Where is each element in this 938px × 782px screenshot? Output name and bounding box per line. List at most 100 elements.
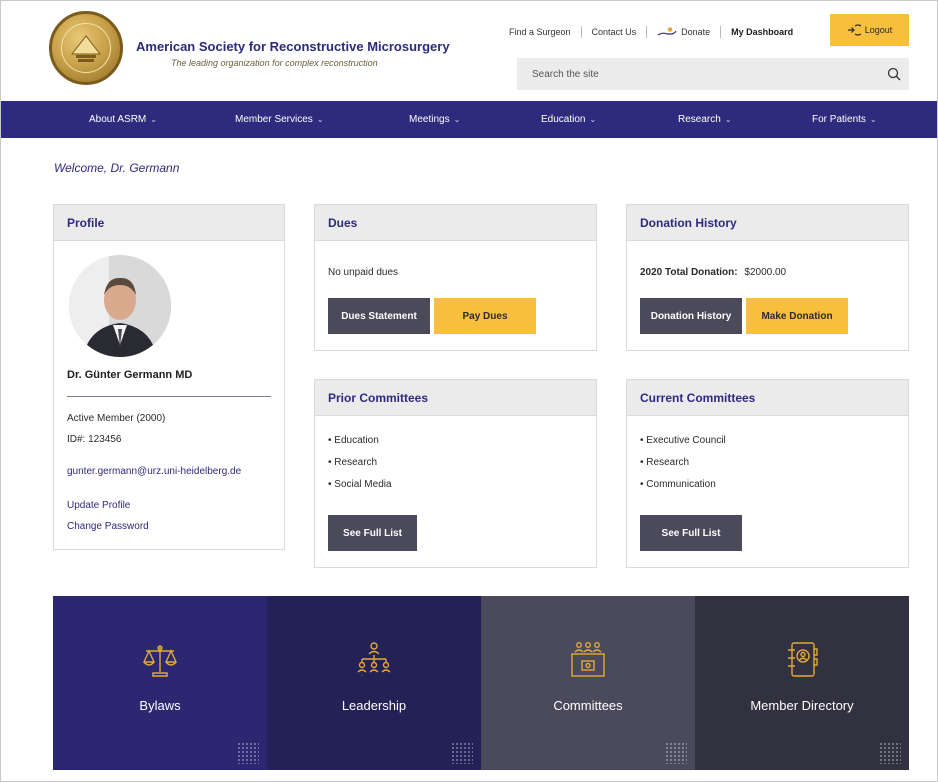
prior-committees-title: Prior Committees [315, 380, 596, 416]
committee-list-item: • Research [328, 457, 378, 468]
tile-label: Bylaws [139, 698, 181, 713]
donate-hand-icon [657, 27, 677, 36]
committee-list-item: • Education [328, 435, 379, 446]
search-input[interactable] [517, 68, 879, 80]
tile-member-directory[interactable]: Member Directory [695, 596, 909, 770]
committee-name: Education [334, 435, 379, 446]
contact-link[interactable]: Contact Us [592, 27, 637, 37]
dues-card-body: No unpaid dues Dues Statement Pay Dues [315, 241, 596, 347]
current-committees-body: • Executive Council • Research • Communi… [627, 416, 908, 564]
committee-list-item: • Social Media [328, 479, 392, 490]
dues-statement-button[interactable]: Dues Statement [328, 298, 430, 334]
donation-total-label: 2020 Total Donation: [640, 267, 738, 278]
current-committees-title: Current Committees [627, 380, 908, 416]
org-tagline: The leading organization for complex rec… [171, 58, 378, 68]
asrm-logo[interactable] [49, 11, 123, 85]
scales-icon [142, 640, 178, 680]
link-divider [646, 26, 648, 38]
find-surgeon-link[interactable]: Find a Surgeon [509, 27, 571, 37]
donation-history-card: Donation History 2020 Total Donation: $2… [626, 204, 909, 351]
committee-icon [568, 640, 608, 680]
profile-photo [69, 255, 171, 357]
donation-history-button[interactable]: Donation History [640, 298, 742, 334]
email-link[interactable]: gunter.germann@urz.uni-heidelberg.de [67, 466, 241, 477]
profile-divider [67, 396, 271, 397]
dues-card-title: Dues [315, 205, 596, 241]
tile-bylaws[interactable]: Bylaws [53, 596, 267, 770]
donation-total-value: $2000.00 [744, 267, 787, 278]
dot-pattern [451, 742, 473, 764]
profile-card: Profile Dr. Günter Germann MD Active Mem… [53, 204, 285, 550]
prior-committees-body: • Education • Research • Social Media Se… [315, 416, 596, 564]
org-chart-icon [355, 640, 393, 680]
pay-dues-button[interactable]: Pay Dues [434, 298, 536, 334]
search-icon [887, 67, 901, 81]
profile-card-title: Profile [54, 205, 284, 241]
nav-label: Meetings [409, 114, 450, 125]
committee-list-item: • Executive Council [640, 435, 726, 446]
logout-label: Logout [864, 25, 893, 35]
chevron-down-icon: ⌄ [316, 115, 324, 124]
chevron-down-icon: ⌄ [150, 115, 157, 124]
nav-label: Member Services [235, 114, 313, 125]
profile-name: Dr. Günter Germann MD [67, 369, 193, 381]
update-profile-link[interactable]: Update Profile [67, 500, 130, 511]
search-button[interactable] [879, 58, 909, 90]
link-divider [580, 26, 582, 38]
tile-label: Committees [553, 698, 623, 713]
chevron-down-icon: ⌄ [589, 115, 597, 124]
nav-label: Education [541, 114, 586, 125]
site-header: American Society for Reconstructive Micr… [1, 1, 937, 101]
prior-see-full-list-button[interactable]: See Full List [328, 515, 417, 551]
tile-leadership[interactable]: Leadership [267, 596, 481, 770]
membership-status: Active Member (2000) [67, 413, 166, 424]
donation-actions: Donation History Make Donation [640, 298, 895, 334]
utility-links: Find a Surgeon Contact Us Donate My Dash… [509, 25, 793, 39]
nav-label: Research [678, 114, 721, 125]
dues-status: No unpaid dues [328, 267, 399, 278]
change-password-link[interactable]: Change Password [67, 521, 149, 532]
dot-pattern [879, 742, 901, 764]
nav-label: About ASRM [89, 114, 147, 125]
committee-list-item: • Communication [640, 479, 716, 490]
nav-item-about[interactable]: About ASRM ⌄ [89, 101, 157, 138]
tile-label: Leadership [341, 698, 407, 713]
logo-emblem-icon [70, 35, 102, 62]
dot-pattern [237, 742, 259, 764]
page-frame: American Society for Reconstructive Micr… [0, 0, 938, 782]
my-dashboard-link[interactable]: My Dashboard [731, 27, 793, 37]
donation-total: 2020 Total Donation: $2000.00 [640, 267, 895, 278]
welcome-message: Welcome, Dr. Germann [54, 161, 180, 175]
committee-name: Research [334, 457, 378, 468]
prior-committees-card: Prior Committees • Education • Research … [314, 379, 597, 568]
main-nav: About ASRM ⌄ Member Services ⌄ Meetings ⌄ E… [1, 101, 937, 138]
committee-name: Communication [646, 479, 716, 490]
dot-pattern [665, 742, 687, 764]
current-see-full-list-button[interactable]: See Full List [640, 515, 742, 551]
link-divider [720, 26, 722, 38]
nav-item-education[interactable]: Education ⌄ [541, 101, 596, 138]
tile-label: Member Directory [750, 698, 854, 713]
tile-committees[interactable]: Committees [481, 596, 695, 770]
logout-button[interactable]: Logout [830, 14, 909, 46]
nav-label: For Patients [812, 114, 866, 125]
committee-name: Executive Council [646, 435, 726, 446]
make-donation-button[interactable]: Make Donation [746, 298, 848, 334]
quick-links: Bylaws Leadership Committees Member Dire… [53, 596, 909, 770]
donate-label: Donate [681, 27, 711, 37]
member-id: ID#: 123456 [67, 434, 122, 445]
chevron-down-icon: ⌄ [724, 115, 732, 124]
nav-item-meetings[interactable]: Meetings ⌄ [409, 101, 460, 138]
chevron-down-icon: ⌄ [869, 115, 877, 124]
nav-item-for-patients[interactable]: For Patients ⌄ [812, 101, 877, 138]
nav-item-research[interactable]: Research ⌄ [678, 101, 732, 138]
donate-link[interactable]: Donate [657, 26, 710, 38]
site-search [517, 58, 909, 90]
address-book-icon [786, 640, 818, 680]
org-name[interactable]: American Society for Reconstructive Micr… [136, 39, 450, 54]
nav-item-member-services[interactable]: Member Services ⌄ [235, 101, 324, 138]
committee-name: Social Media [334, 479, 392, 490]
logout-icon [847, 24, 861, 36]
committee-list-item: • Research [640, 457, 690, 468]
chevron-down-icon: ⌄ [453, 115, 461, 124]
